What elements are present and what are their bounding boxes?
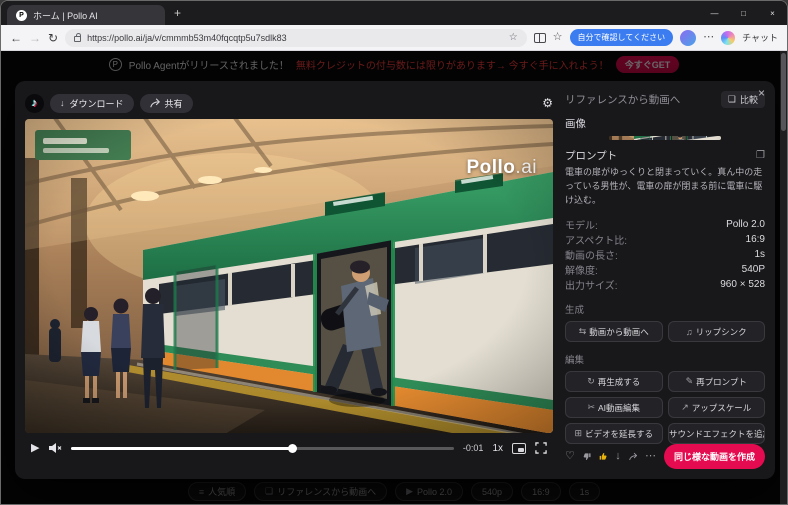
detail-aspect-ratio: アスペクト比: 16:9 (565, 234, 765, 247)
more-actions-icon[interactable]: ⋯ (645, 451, 656, 462)
minimize-button[interactable]: — (700, 1, 729, 25)
progress-bar[interactable] (71, 443, 454, 453)
regenerate-icon: ↻ (587, 376, 595, 386)
detail-duration: 動画の長さ: 1s (565, 249, 765, 262)
image-section-label: 画像 (565, 118, 586, 130)
video-frame[interactable]: Pollo.ai (25, 119, 553, 433)
modal-close-button[interactable]: × (758, 86, 765, 100)
progress-fill (71, 443, 298, 453)
tiktok-icon[interactable]: ♪ (25, 93, 44, 113)
download-button[interactable]: ↓ ダウンロード (50, 93, 134, 113)
forward-button[interactable]: → (29, 32, 41, 44)
scissors-icon: ✂ (587, 402, 595, 412)
video-controls: ▶ -0:01 1x (25, 433, 553, 463)
share-button[interactable]: 共有 (139, 93, 193, 113)
thumbs-up-icon[interactable] (599, 451, 607, 462)
reprompt-icon: ✎ (685, 376, 694, 386)
copy-prompt-icon[interactable]: ❐ (756, 150, 765, 161)
maximize-button[interactable]: □ (729, 1, 758, 25)
verify-button[interactable]: 自分で確認してください (569, 29, 674, 46)
split-screen-icon[interactable] (533, 32, 546, 43)
extend-video-button[interactable]: ⊞ ビデオを延長する (565, 423, 663, 444)
address-bar[interactable]: https://pollo.ai/ja/v/cmmmb53m40fqcqtp5u… (65, 28, 527, 47)
back-button[interactable]: ← (10, 32, 22, 44)
favorite-heart-icon[interactable]: ♡ (565, 451, 575, 462)
tab-title: ホーム | Pollo AI (33, 10, 98, 21)
pollo-page: P Pollo Agentがリリースされました！ 無料クレジットの付与数には限り… (1, 51, 787, 504)
prompt-section-label: プロンプト (565, 150, 618, 163)
favorites-icon[interactable]: ☆ (553, 32, 563, 43)
copilot-icon[interactable] (721, 30, 736, 45)
player-settings-gear-icon[interactable]: ⚙ (542, 96, 553, 110)
time-remaining: -0:01 (462, 443, 484, 453)
generation-info-panel: リファレンスから動画へ ❏ 比較 画像 プロンプト ❐ 電車の扉がゆっくりと閉ま… (565, 91, 765, 469)
lip-sync-button[interactable]: ♫ リップシンク (667, 321, 765, 342)
compare-icon: ❏ (727, 94, 736, 104)
create-similar-video-button[interactable]: 同じ様な動画を作成 (663, 444, 765, 469)
browser-tab[interactable]: P ホーム | Pollo AI (7, 5, 165, 25)
lip-sync-icon: ♫ (685, 326, 693, 337)
detail-output-size: 出力サイズ: 960 × 528 (565, 279, 765, 292)
reprompt-button[interactable]: ✎ 再プロンプト (667, 371, 765, 392)
video-to-video-button[interactable]: ⇆ 動画から動画へ (565, 321, 663, 342)
download-video-icon[interactable]: ↓ (615, 451, 621, 462)
panel-title: リファレンスから動画へ (565, 94, 681, 106)
video-player: ♪ ↓ ダウンロード 共有 ⚙ Pollo.ai ▶ -0:01 1x (25, 91, 553, 469)
edit-section-label: 編集 (565, 355, 585, 366)
browser-window: P ホーム | Pollo AI + — □ × ← → ↻ https://p… (0, 0, 788, 505)
browser-titlebar: P ホーム | Pollo AI + — □ × (1, 1, 787, 25)
pollo-watermark: Pollo.ai (466, 157, 537, 178)
new-tab-button[interactable]: + (174, 6, 181, 20)
ai-video-edit-button[interactable]: ✂ AI動画編集 (565, 397, 663, 418)
play-button[interactable]: ▶ (31, 442, 39, 454)
reference-image-thumbnail[interactable] (609, 136, 721, 141)
page-scrollbar[interactable] (780, 51, 787, 504)
chat-label: チャット (742, 33, 778, 43)
generation-details: モデル: Pollo 2.0 アスペクト比: 16:9 動画の長さ: 1s 解像… (565, 217, 765, 292)
window-close-button[interactable]: × (758, 1, 787, 25)
video-actions-row: ♡ ↓ ⋯ 同じ様な動画を作成 (565, 444, 765, 469)
bookmark-star-icon[interactable]: ☆ (509, 32, 518, 43)
upscale-button[interactable]: ↗ アップスケール (667, 397, 765, 418)
picture-in-picture-icon[interactable] (512, 442, 526, 454)
regenerate-button[interactable]: ↻ 再生成する (565, 371, 663, 392)
fullscreen-icon[interactable] (535, 442, 547, 454)
share-icon (149, 98, 160, 108)
lock-icon (74, 33, 82, 42)
generate-section-label: 生成 (565, 305, 585, 316)
video-to-video-icon: ⇆ (578, 326, 587, 336)
prompt-text: 電車の扉がゆっくりと閉まっていく。真ん中の走っている男性が、電車の扉が閉まる前に… (565, 167, 763, 206)
detail-model: モデル: Pollo 2.0 (565, 219, 765, 232)
volume-muted-icon[interactable] (48, 442, 62, 454)
download-icon: ↓ (60, 98, 65, 108)
scrollbar-thumb[interactable] (781, 53, 786, 131)
detail-resolution: 解像度: 540P (565, 264, 765, 277)
browser-more-icon[interactable]: ⋯ (703, 32, 714, 43)
pollo-favicon: P (16, 9, 27, 21)
refresh-button[interactable]: ↻ (48, 32, 58, 44)
browser-toolbar: ← → ↻ https://pollo.ai/ja/v/cmmmb53m40fq… (1, 25, 787, 51)
share-video-icon[interactable] (628, 451, 637, 462)
extend-icon: ⊞ (574, 428, 583, 438)
thumbs-down-icon[interactable] (583, 451, 591, 462)
upscale-icon: ↗ (681, 402, 689, 412)
profile-avatar[interactable] (680, 29, 697, 46)
url-text: https://pollo.ai/ja/v/cmmmb53m40fqcqtp5u… (87, 32, 287, 43)
video-detail-modal: × ♪ ↓ ダウンロード 共有 ⚙ Pollo.ai ▶ -0:01 1x リフ… (15, 81, 775, 479)
playback-speed-button[interactable]: 1x (492, 443, 503, 454)
add-sound-effect-button[interactable]: ♪ サウンドエフェクトを追加 (667, 423, 765, 444)
